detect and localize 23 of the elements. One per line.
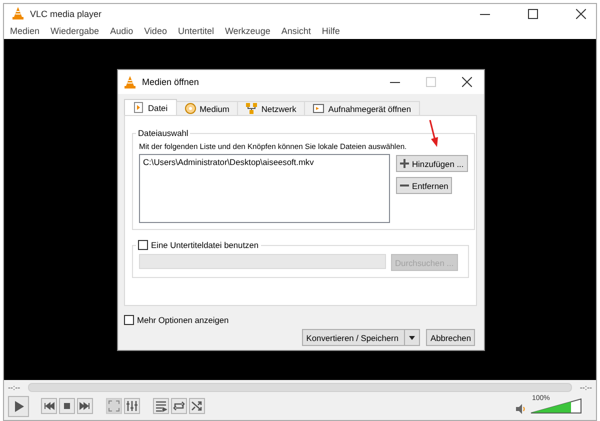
file-path[interactable]: C:\Users\Administrator\Desktop\aiseesoft.mkv <box>143 157 386 167</box>
menu-item[interactable]: Untertitel <box>178 26 214 36</box>
menu-item[interactable]: Video <box>144 26 167 36</box>
menu-item[interactable]: Hilfe <box>322 26 340 36</box>
checkbox-label[interactable]: Eine Untertiteldatei benutzen <box>151 240 259 250</box>
file-list[interactable]: C:\Users\Administrator\Desktop\aiseesoft.mkv <box>139 154 390 223</box>
menu-item[interactable]: Werkzeuge <box>224 26 270 36</box>
add-button[interactable]: Hinzufügen ... <box>396 155 468 172</box>
checkbox-label[interactable]: Mehr Optionen anzeigen <box>137 315 229 325</box>
remove-button[interactable]: Entfernen <box>396 177 452 194</box>
tab[interactable]: Medium <box>176 101 238 115</box>
menu-item[interactable]: Ansicht <box>281 26 311 36</box>
dialog-title: Medien öffnen <box>142 77 200 87</box>
menu-item[interactable]: Audio <box>110 26 134 36</box>
group-title: Dateiauswahl <box>137 128 190 138</box>
tab[interactable]: Netzwerk <box>237 101 306 115</box>
tab[interactable]: Aufnahmegerät öffnen <box>304 101 420 115</box>
convert-button[interactable]: Konvertieren / Speichern <box>302 329 420 346</box>
cancel-button[interactable]: Abbrechen <box>426 329 475 346</box>
menu-item[interactable]: Wiedergabe <box>50 26 100 36</box>
window-title: VLC media player <box>30 8 103 18</box>
menu-item[interactable]: Medien <box>10 26 40 36</box>
tab[interactable]: Datei <box>124 99 177 115</box>
